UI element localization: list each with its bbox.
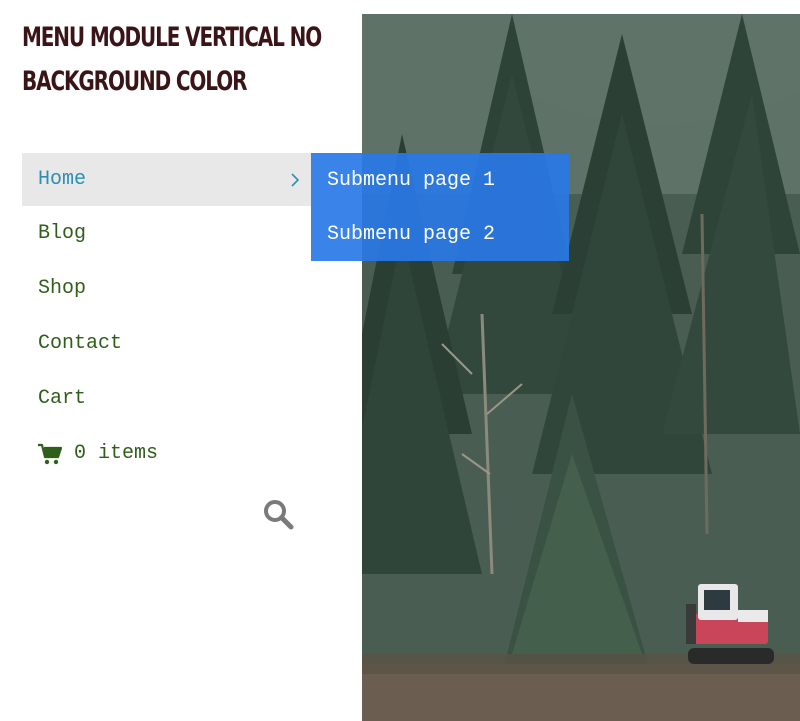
sidebar: Menu Module Vertical No Background Color…	[0, 0, 362, 721]
submenu-item-label: Submenu page 2	[327, 222, 496, 246]
forest-background-image	[362, 14, 800, 721]
menu-item-label: Cart	[38, 387, 87, 410]
submenu-item-page-1[interactable]: Submenu page 1	[311, 153, 569, 207]
menu-item-label: Blog	[38, 222, 87, 245]
chevron-right-icon	[291, 172, 300, 187]
shopping-cart-icon	[38, 443, 62, 464]
module-title: Menu Module Vertical No Background Color	[22, 22, 322, 97]
vertical-menu: Home Blog Shop Contact Cart 0 items	[22, 153, 311, 481]
menu-item-label: Contact	[38, 332, 123, 355]
submenu-flyout: Submenu page 1 Submenu page 2	[311, 153, 569, 261]
cart-count: 0 items	[74, 442, 159, 465]
menu-item-contact[interactable]: Contact	[22, 316, 311, 371]
menu-item-home[interactable]: Home	[22, 153, 311, 206]
menu-item-label: Home	[38, 168, 87, 191]
page: Menu Module Vertical No Background Color…	[0, 0, 800, 721]
forest-scene-illustration	[362, 14, 800, 721]
menu-item-shop[interactable]: Shop	[22, 261, 311, 316]
submenu-item-page-2[interactable]: Submenu page 2	[311, 207, 569, 261]
menu-item-blog[interactable]: Blog	[22, 206, 311, 261]
menu-item-label: Shop	[38, 277, 87, 300]
menu-item-cart[interactable]: Cart	[22, 371, 311, 426]
search-icon[interactable]	[262, 498, 294, 530]
submenu-item-label: Submenu page 1	[327, 168, 496, 192]
cart-summary-link[interactable]: 0 items	[22, 426, 311, 481]
